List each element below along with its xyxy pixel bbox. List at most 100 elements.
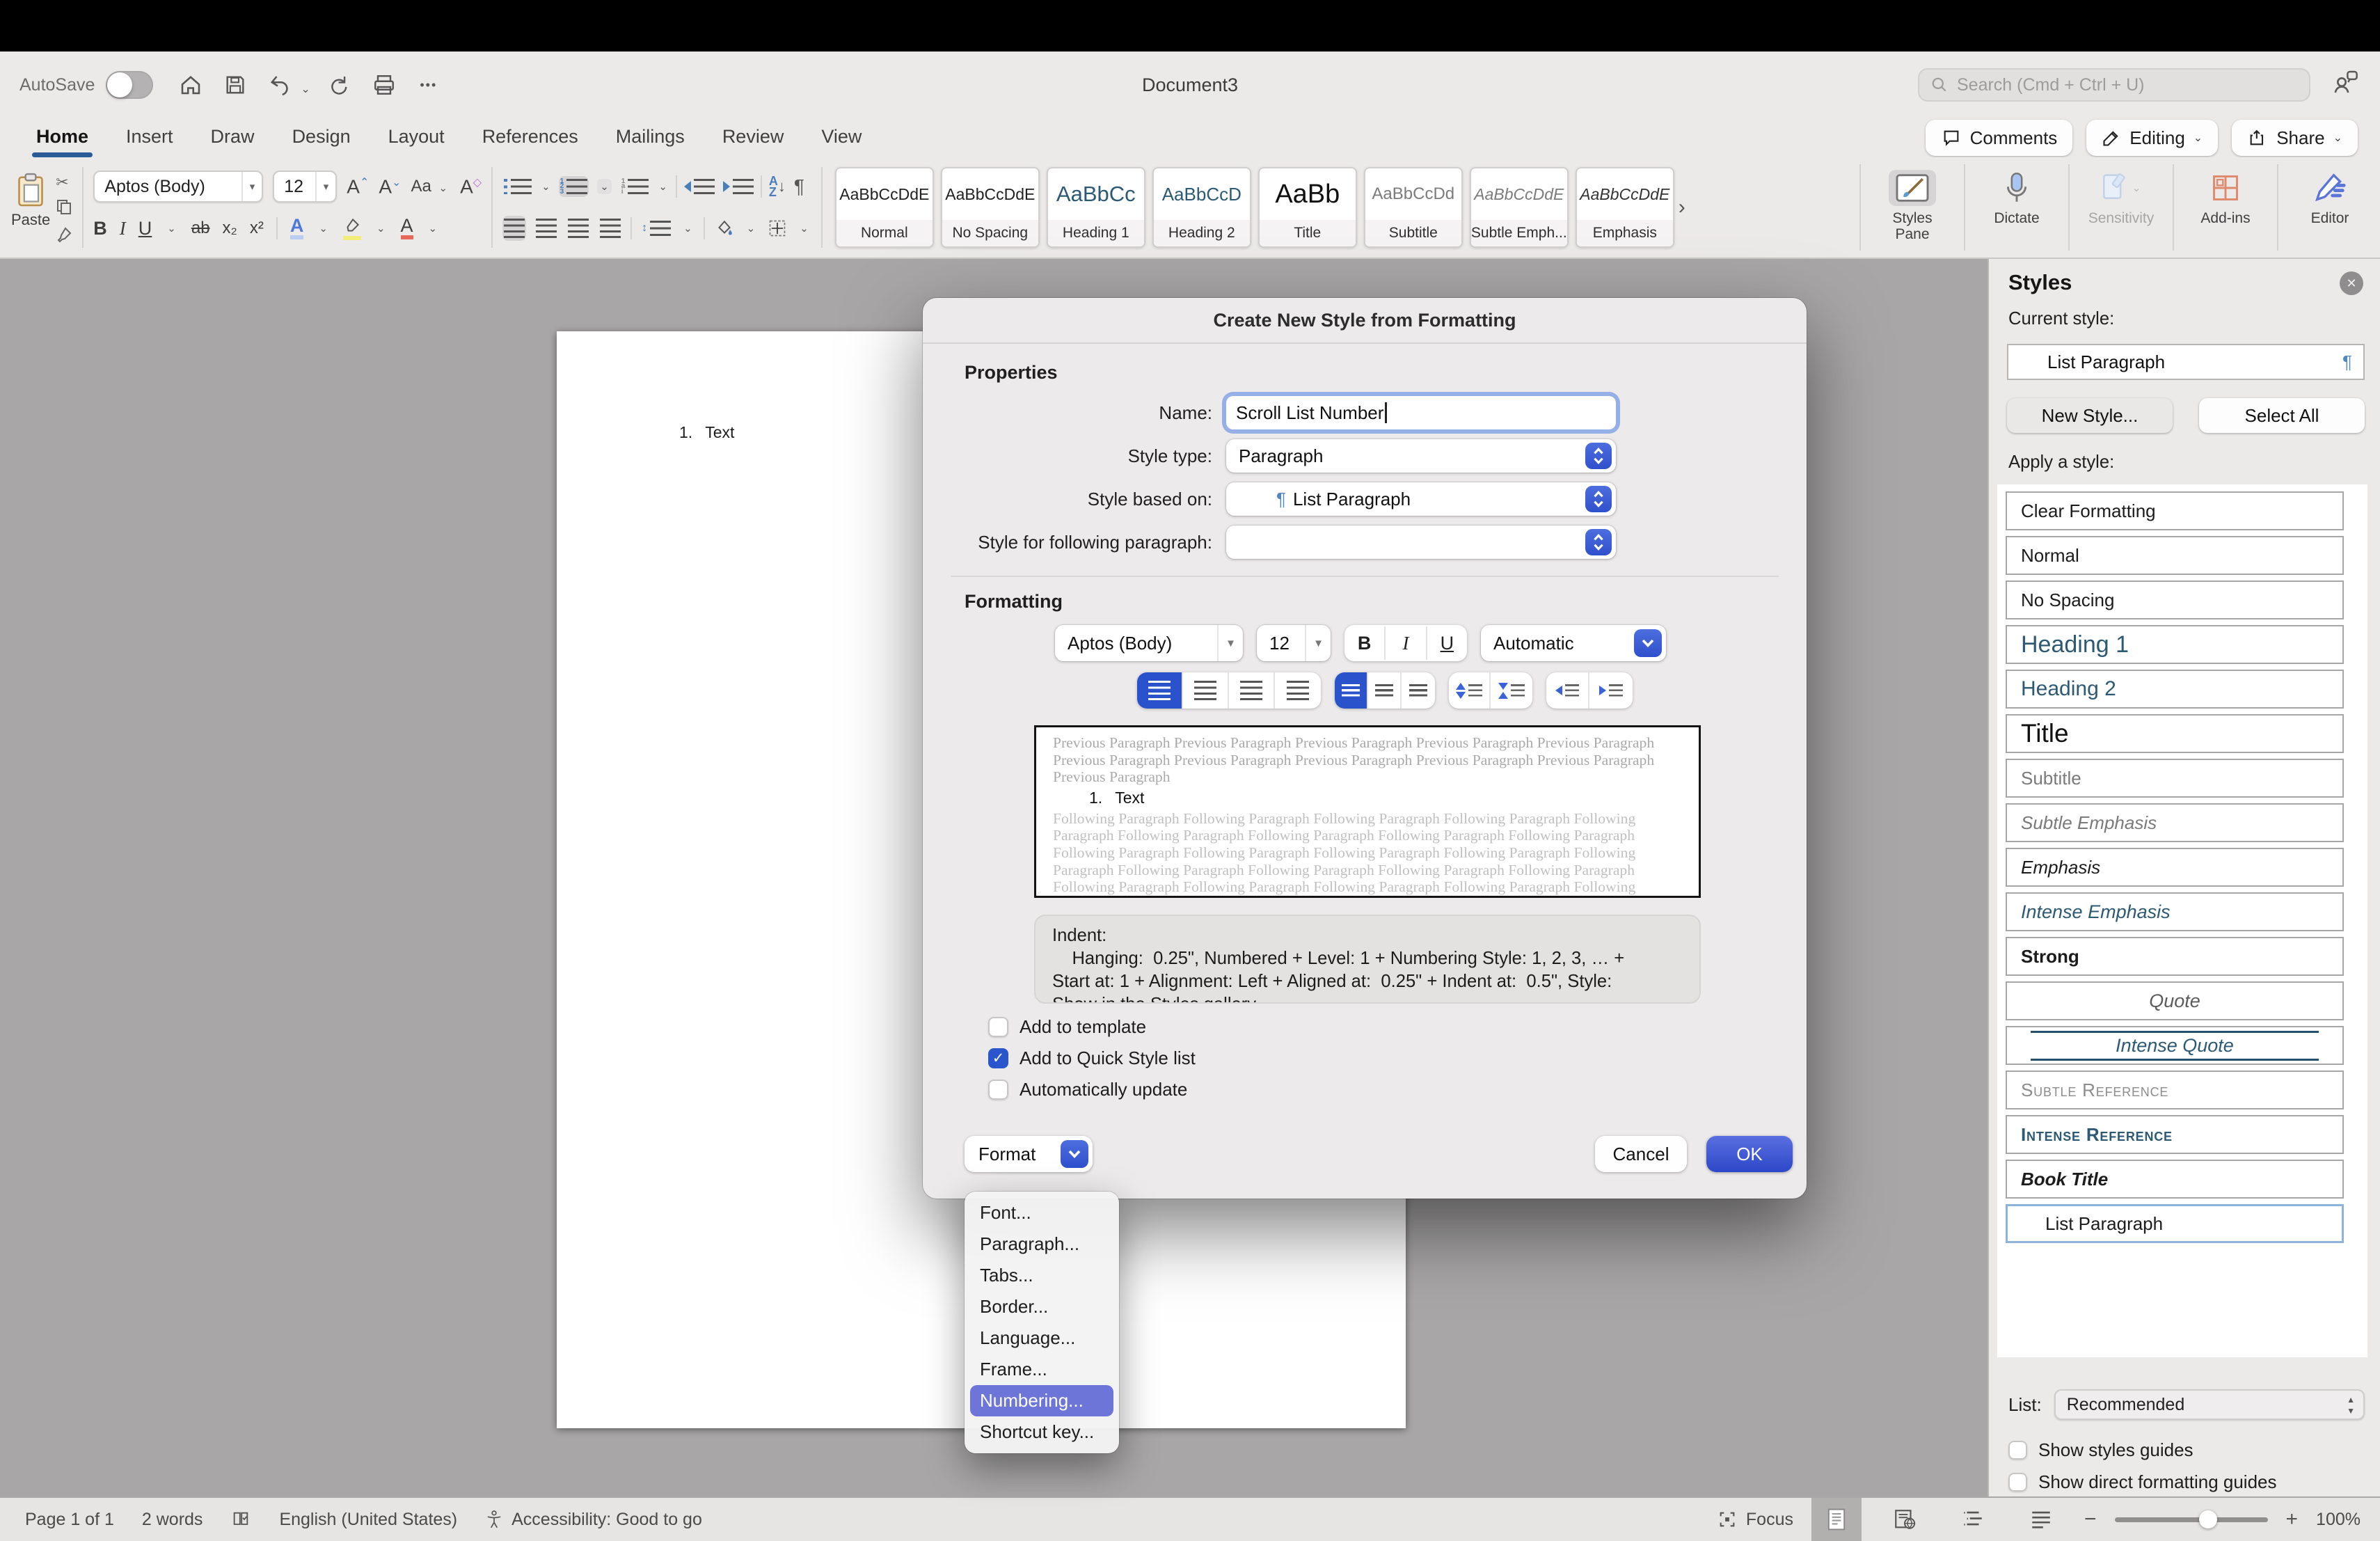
tab-layout[interactable]: Layout — [388, 126, 445, 150]
menu-item-font[interactable]: Font... — [965, 1197, 1119, 1228]
word-count[interactable]: 2 words — [142, 1510, 203, 1530]
justify-button[interactable] — [598, 216, 622, 241]
home-icon[interactable] — [173, 67, 209, 103]
style-item-intense-reference[interactable]: Intense Reference — [2006, 1115, 2344, 1154]
autosave-toggle[interactable] — [106, 71, 153, 99]
highlight-button[interactable] — [343, 216, 361, 240]
show-paragraph-marks-button[interactable]: ¶ — [793, 173, 806, 200]
gallery-style-no-spacing[interactable]: AaBbCcDdENo Spacing — [941, 167, 1040, 248]
following-select[interactable] — [1226, 525, 1616, 559]
style-item-list-paragraph[interactable]: List Paragraph — [2006, 1204, 2344, 1243]
one-half-spacing-button[interactable] — [1368, 672, 1402, 709]
print-layout-view-button[interactable] — [1811, 1498, 1862, 1541]
cancel-button[interactable]: Cancel — [1595, 1136, 1687, 1172]
style-type-select[interactable]: Paragraph — [1226, 439, 1616, 473]
draft-view-button[interactable] — [2016, 1498, 2066, 1541]
comments-button[interactable]: Comments — [1926, 120, 2073, 156]
add-ins-button[interactable]: Add-ins — [2187, 164, 2264, 226]
menu-item-border[interactable]: Border... — [965, 1291, 1119, 1322]
zoom-slider-knob[interactable] — [2199, 1510, 2217, 1528]
copy-icon[interactable] — [56, 198, 72, 219]
font-name-select[interactable]: Aptos (Body)▾ — [93, 171, 263, 203]
align-right-button[interactable] — [1229, 672, 1275, 709]
chevron-down-icon[interactable]: ⌄ — [319, 222, 328, 235]
checkbox-add-to-template[interactable]: Add to template — [988, 1016, 1765, 1038]
style-item-title[interactable]: Title — [2006, 714, 2344, 753]
double-spacing-button[interactable] — [1402, 672, 1435, 709]
change-case-button[interactable]: Aa ⌄ — [411, 177, 450, 196]
align-center-button[interactable] — [1183, 672, 1229, 709]
format-painter-icon[interactable] — [56, 226, 72, 247]
numbered-list-line[interactable]: 1. Text — [679, 423, 734, 442]
line-spacing-button[interactable]: ↕ — [640, 218, 672, 239]
checkbox[interactable] — [2008, 1473, 2027, 1492]
share-people-icon[interactable] — [2330, 68, 2361, 102]
text-effects-button[interactable]: A — [290, 217, 304, 239]
search-input[interactable]: Search (Cmd + Ctrl + U) — [1918, 68, 2310, 102]
font-color-select[interactable]: Automatic — [1481, 625, 1666, 661]
chevron-down-icon[interactable]: ⌄ — [800, 222, 809, 235]
align-left-button[interactable] — [1137, 672, 1183, 709]
style-item-quote[interactable]: Quote — [2006, 981, 2344, 1020]
strikethrough-button[interactable]: ab — [191, 219, 210, 238]
italic-button[interactable]: I — [120, 218, 126, 239]
editor-button[interactable]: Editor — [2291, 164, 2369, 226]
gallery-style-heading-2[interactable]: AaBbCcDHeading 2 — [1152, 167, 1251, 248]
more-commands-icon[interactable]: ••• — [411, 67, 447, 103]
bullet-list-button[interactable] — [502, 176, 533, 197]
gallery-style-subtitle[interactable]: AaBbCcDdSubtitle — [1364, 167, 1463, 248]
close-icon[interactable]: ✕ — [2340, 271, 2363, 295]
style-item-subtitle[interactable]: Subtitle — [2006, 759, 2344, 798]
checkbox[interactable] — [988, 1017, 1008, 1037]
chevron-down-icon[interactable]: ⌄ — [747, 222, 756, 235]
bold-button[interactable]: B — [1344, 626, 1386, 660]
dialog-size-select[interactable]: 12▼ — [1257, 625, 1331, 661]
show-styles-guides-checkbox[interactable]: Show styles guides — [2008, 1439, 2193, 1461]
current-style-box[interactable]: List Paragraph ¶ — [2007, 344, 2365, 380]
zoom-in-button[interactable]: + — [2286, 1508, 2299, 1531]
list-filter-select[interactable]: Recommended ▲▼ — [2054, 1389, 2365, 1420]
web-layout-view-button[interactable] — [1880, 1498, 1930, 1541]
chevron-down-icon[interactable]: ⌄ — [658, 180, 667, 193]
outline-view-button[interactable] — [1948, 1498, 1998, 1541]
tab-mailings[interactable]: Mailings — [616, 126, 685, 150]
align-center-button[interactable] — [534, 216, 558, 241]
increase-indent-button[interactable] — [722, 176, 755, 197]
multilevel-list-button[interactable]: 1ai — [620, 176, 651, 198]
accessibility-status[interactable]: Accessibility: Good to go — [485, 1510, 702, 1530]
gallery-style-normal[interactable]: AaBbCcDdENormal — [835, 167, 934, 248]
gallery-style-title[interactable]: AaBbTitle — [1258, 167, 1357, 248]
zoom-out-button[interactable]: − — [2084, 1508, 2097, 1531]
gallery-style-subtle-emph-[interactable]: AaBbCcDdESubtle Emph... — [1470, 167, 1569, 248]
style-item-subtle-reference[interactable]: Subtle Reference — [2006, 1070, 2344, 1109]
justify-button[interactable] — [1275, 672, 1321, 709]
sort-button[interactable]: AZ↓ — [768, 173, 787, 200]
style-item-heading-2[interactable]: Heading 2 — [2006, 670, 2344, 709]
chevron-down-icon[interactable]: ⌄ — [167, 222, 176, 235]
page-indicator[interactable]: Page 1 of 1 — [25, 1510, 114, 1530]
proofing-icon[interactable] — [230, 1510, 251, 1529]
font-size-select[interactable]: 12▾ — [273, 171, 337, 203]
style-item-no-spacing[interactable]: No Spacing — [2006, 580, 2344, 619]
decrease-space-after-button[interactable] — [1491, 672, 1532, 709]
language-indicator[interactable]: English (United States) — [279, 1510, 457, 1530]
chevron-down-icon[interactable]: ⌄ — [683, 222, 692, 235]
menu-item-paragraph[interactable]: Paragraph... — [965, 1228, 1119, 1260]
style-item-subtle-emphasis[interactable]: Subtle Emphasis — [2006, 803, 2344, 842]
decrease-indent-button[interactable] — [1546, 672, 1589, 709]
shrink-font-button[interactable]: A⌄ — [379, 175, 401, 198]
undo-chevron-icon[interactable]: ⌄ — [301, 82, 310, 96]
style-item-emphasis[interactable]: Emphasis — [2006, 848, 2344, 887]
styles-pane-button[interactable]: Styles Pane — [1873, 164, 1951, 242]
gallery-style-emphasis[interactable]: AaBbCcDdEEmphasis — [1576, 167, 1674, 248]
checkbox[interactable] — [988, 1080, 1008, 1100]
borders-button[interactable] — [766, 216, 788, 241]
single-spacing-button[interactable] — [1335, 672, 1368, 709]
increase-indent-button[interactable] — [1589, 672, 1633, 709]
font-color-button[interactable]: A — [401, 217, 413, 239]
checkbox-automatically-update[interactable]: Automatically update — [988, 1079, 1765, 1100]
style-item-intense-quote[interactable]: Intense Quote — [2006, 1026, 2344, 1065]
bold-button[interactable]: B — [93, 218, 107, 239]
show-direct-formatting-guides-checkbox[interactable]: Show direct formatting guides — [2008, 1471, 2277, 1493]
style-item-heading-1[interactable]: Heading 1 — [2006, 625, 2344, 664]
